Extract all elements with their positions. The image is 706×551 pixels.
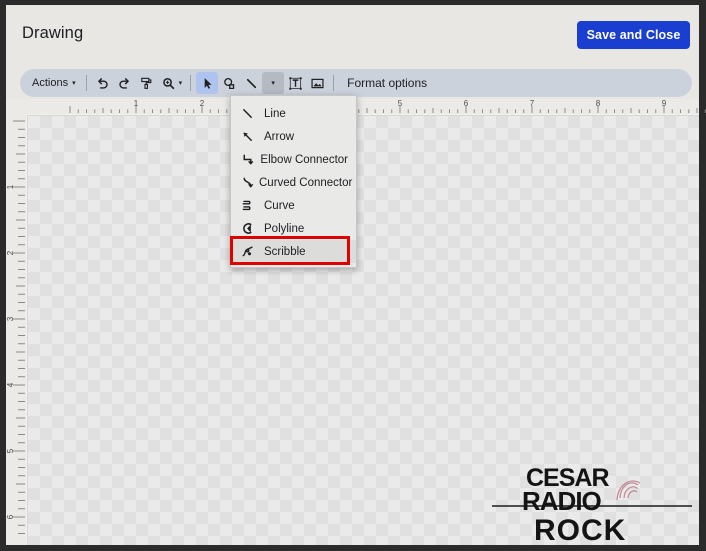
toolbar-divider-3	[333, 75, 335, 91]
svg-text:6: 6	[464, 99, 469, 108]
menu-item-scribble[interactable]: Scribble	[231, 240, 356, 263]
menu-item-label: Line	[264, 107, 286, 120]
shape-icon	[222, 76, 237, 91]
redo-button[interactable]	[114, 72, 136, 94]
zoom-icon	[161, 76, 176, 91]
text-box-icon	[288, 76, 303, 91]
text-box-button[interactable]	[284, 72, 306, 94]
scribble-icon	[241, 245, 259, 258]
svg-text:8: 8	[596, 99, 601, 108]
svg-text:1: 1	[134, 99, 139, 108]
chevron-down-icon: ▾	[72, 79, 76, 87]
actions-menu-button[interactable]: Actions ▾	[26, 72, 81, 94]
arrow-icon	[241, 130, 259, 143]
image-button[interactable]	[306, 72, 328, 94]
menu-item-curved-connector[interactable]: Curved Connector	[231, 171, 356, 194]
menu-item-label: Scribble	[264, 245, 306, 258]
svg-text:5: 5	[6, 448, 15, 453]
logo-line-3: ROCK	[534, 514, 626, 545]
toolbar-divider-2	[190, 75, 192, 91]
menu-item-label: Polyline	[264, 222, 305, 235]
line-tool-button[interactable]	[240, 72, 262, 94]
menu-item-curve[interactable]: Curve	[231, 194, 356, 217]
page-title: Drawing	[22, 24, 84, 42]
actions-label: Actions	[32, 77, 69, 89]
dialog-header: Drawing Save and Close	[6, 5, 699, 62]
paint-format-button[interactable]	[136, 72, 158, 94]
menu-item-label: Curved Connector	[259, 176, 353, 189]
format-options-button[interactable]: Format options	[347, 76, 427, 90]
cursor-arrow-icon	[200, 76, 215, 91]
menu-item-elbow-connector[interactable]: Elbow Connector	[231, 148, 356, 171]
ruler-horizontal-ticks: 123456789	[69, 99, 706, 113]
ruler-vertical-ticks: 1 2 3 4 5 6	[6, 120, 25, 534]
undo-button[interactable]	[92, 72, 114, 94]
svg-text:7: 7	[530, 99, 535, 108]
svg-text:2: 2	[6, 250, 15, 255]
svg-text:6: 6	[6, 514, 15, 519]
zoom-button[interactable]: ▾	[158, 72, 186, 94]
line-tools-dropdown-menu: Line Arrow Elbow Connector Curved Connec…	[230, 95, 357, 268]
select-tool-button[interactable]	[196, 72, 219, 94]
toolbar-divider	[85, 75, 87, 91]
svg-text:1: 1	[6, 184, 15, 189]
ruler-horizontal[interactable]: 123456789	[26, 99, 706, 114]
image-icon	[310, 76, 325, 91]
line-icon	[244, 76, 259, 91]
redo-icon	[117, 76, 132, 91]
line-icon	[241, 107, 259, 120]
logo-line-2: RADIO	[522, 486, 602, 516]
undo-icon	[95, 76, 110, 91]
svg-text:9: 9	[662, 99, 667, 108]
svg-text:3: 3	[6, 316, 15, 321]
svg-text:5: 5	[398, 99, 403, 108]
menu-item-arrow[interactable]: Arrow	[231, 125, 356, 148]
zoom-chevron-down-icon: ▾	[178, 79, 183, 87]
svg-text:4: 4	[6, 382, 15, 387]
curve-icon	[241, 199, 259, 212]
menu-item-polyline[interactable]: Polyline	[231, 217, 356, 240]
shape-tool-button[interactable]	[218, 72, 240, 94]
menu-item-label: Elbow Connector	[260, 153, 348, 166]
polyline-icon	[241, 222, 259, 235]
menu-item-line[interactable]: Line	[231, 102, 356, 125]
svg-text:2: 2	[200, 99, 205, 108]
menu-item-label: Arrow	[264, 130, 295, 143]
menu-item-label: Curve	[264, 199, 295, 212]
ruler-vertical[interactable]: 1 2 3 4 5 6	[6, 99, 26, 545]
line-tool-dropdown-button[interactable]: ▾	[262, 72, 285, 94]
save-and-close-button[interactable]: Save and Close	[577, 21, 690, 49]
drawing-canvas[interactable]: CESAR RADIO ROCK	[27, 115, 699, 545]
drawing-toolbar: Actions ▾ ▾ ▾ Format options	[20, 69, 692, 97]
curved-connector-icon	[241, 176, 254, 189]
logo-watermark: CESAR RADIO ROCK	[492, 464, 692, 545]
drawing-dialog-window: Drawing Save and Close Actions ▾ ▾ ▾ For…	[0, 0, 706, 551]
chevron-down-icon: ▾	[271, 79, 275, 87]
paint-format-icon	[139, 76, 154, 91]
elbow-connector-icon	[241, 153, 255, 166]
